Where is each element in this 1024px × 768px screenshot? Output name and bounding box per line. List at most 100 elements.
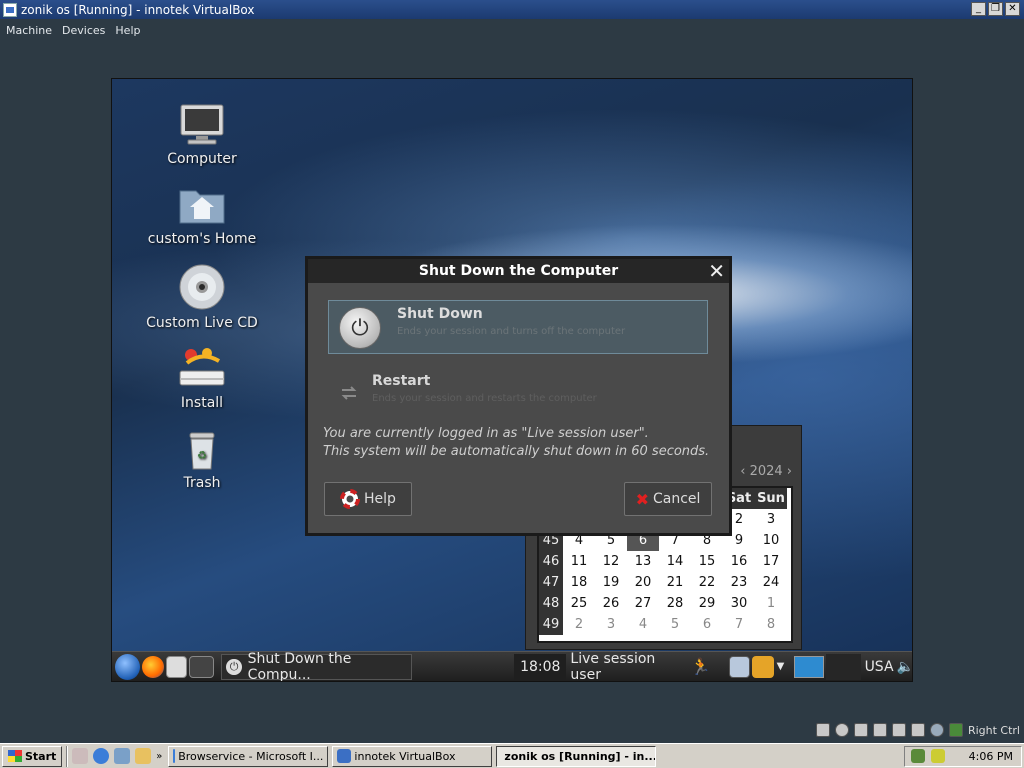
minimize-button[interactable]: _ bbox=[971, 2, 986, 16]
calendar-day[interactable]: 2 bbox=[563, 614, 595, 635]
calendar-day[interactable]: 8 bbox=[755, 614, 787, 635]
menu-machine[interactable]: Machine bbox=[6, 24, 52, 37]
taskbar-task-virtualbox[interactable]: innotek VirtualBox bbox=[332, 745, 493, 767]
calendar-day[interactable]: 30 bbox=[723, 593, 755, 614]
calendar-day[interactable]: 20 bbox=[627, 572, 659, 593]
desktop-icon-install[interactable]: Install bbox=[142, 345, 262, 411]
lifebuoy-icon bbox=[340, 489, 361, 509]
calendar-day[interactable]: 26 bbox=[595, 593, 627, 614]
host-key-label: Right Ctrl bbox=[967, 723, 1020, 737]
calendar-day[interactable]: 15 bbox=[691, 551, 723, 572]
desktop-icon-trash[interactable]: ♻ Trash bbox=[142, 431, 262, 491]
calendar-day[interactable]: 23 bbox=[723, 572, 755, 593]
calendar-day[interactable]: 27 bbox=[627, 593, 659, 614]
desktop-icon-home[interactable]: custom's Home bbox=[142, 183, 262, 247]
close-button[interactable]: ✕ bbox=[1005, 2, 1020, 16]
dialog-close-icon[interactable]: ✕ bbox=[708, 259, 725, 283]
calendar-day[interactable]: 17 bbox=[755, 551, 787, 572]
computer-icon bbox=[180, 104, 224, 145]
restart-option[interactable]: Restart Ends your session and restarts t… bbox=[328, 368, 708, 422]
keyboard-layout[interactable]: USA bbox=[865, 659, 894, 675]
taskbar-task-shutdown[interactable]: ⏻ Shut Down the Compu... bbox=[221, 650, 413, 682]
shutdown-option[interactable]: ⏻ Shut Down Ends your session and turns … bbox=[328, 300, 708, 354]
desktop-icon-label: Computer bbox=[167, 151, 237, 167]
update-icon[interactable] bbox=[752, 655, 774, 678]
svg-text:♻: ♻ bbox=[197, 449, 207, 462]
workspace-2[interactable] bbox=[825, 653, 861, 680]
calendar-day[interactable]: 18 bbox=[563, 572, 595, 593]
start-button[interactable]: Start bbox=[2, 745, 63, 767]
calendar-day[interactable]: 1 bbox=[755, 593, 787, 614]
network-icon[interactable] bbox=[165, 655, 188, 678]
calendar-day[interactable]: 3 bbox=[755, 509, 787, 530]
panel-clock[interactable]: 18:08 bbox=[514, 653, 567, 680]
calendar-day[interactable]: 21 bbox=[659, 572, 691, 593]
cancel-button[interactable]: ✖ Cancel bbox=[624, 482, 712, 516]
calendar-day[interactable]: 16 bbox=[723, 551, 755, 572]
calendar-day[interactable]: 28 bbox=[659, 593, 691, 614]
menu-globe-icon[interactable] bbox=[115, 653, 141, 680]
calendar-week-row: 47 18 19 20 21 22 23 24 bbox=[539, 572, 791, 593]
outlook-icon[interactable] bbox=[72, 748, 89, 764]
firefox-icon[interactable] bbox=[142, 655, 164, 678]
calendar-day[interactable]: 25 bbox=[563, 593, 595, 614]
show-desktop-icon[interactable] bbox=[189, 655, 215, 678]
calendar-header-sun: Sun bbox=[755, 488, 787, 509]
workspace-switcher[interactable] bbox=[794, 655, 824, 678]
host-menubar: Machine Devices Help bbox=[0, 19, 1024, 41]
maximize-button[interactable]: ❐ bbox=[988, 2, 1003, 16]
calendar-day[interactable]: 13 bbox=[627, 551, 659, 572]
network-places-icon[interactable] bbox=[114, 748, 131, 764]
calendar-day[interactable]: 6 bbox=[691, 614, 723, 635]
tray-network-icon[interactable] bbox=[910, 749, 925, 763]
network-status-icon[interactable] bbox=[728, 655, 751, 678]
calendar-day[interactable]: 12 bbox=[595, 551, 627, 572]
dialog-title: Shut Down the Computer bbox=[418, 263, 619, 279]
task-label: Shut Down the Compu... bbox=[247, 650, 352, 682]
calendar-day[interactable]: 3 bbox=[595, 614, 627, 635]
calendar-day[interactable]: 7 bbox=[723, 614, 755, 635]
desktop-icon-label: Trash bbox=[183, 475, 221, 491]
harddisk-icon bbox=[815, 723, 830, 737]
calendar-day[interactable]: 29 bbox=[691, 593, 723, 614]
calendar-week-row: 46 11 12 13 14 15 16 17 bbox=[539, 551, 791, 572]
desktop-icon-computer[interactable]: Computer bbox=[142, 103, 262, 167]
tray-clock[interactable]: 4:06 PM bbox=[969, 750, 1013, 763]
help-button[interactable]: Help bbox=[324, 482, 412, 516]
search-folder-icon[interactable] bbox=[135, 748, 152, 764]
host-status-bar: Right Ctrl bbox=[815, 720, 1020, 740]
calendar-week-number: 46 bbox=[539, 551, 563, 572]
mouse-integration-icon bbox=[929, 723, 944, 737]
task-label: innotek VirtualBox bbox=[354, 749, 456, 763]
calendar-day[interactable]: 14 bbox=[659, 551, 691, 572]
panel-user[interactable]: Live session user bbox=[570, 651, 687, 682]
calendar-day[interactable]: 5 bbox=[659, 614, 691, 635]
task-label: zonik os [Running] - in... bbox=[504, 749, 657, 763]
chevron-down-icon[interactable]: ▼ bbox=[777, 661, 785, 672]
install-icon bbox=[179, 348, 225, 386]
calendar-day[interactable]: 24 bbox=[755, 572, 787, 593]
task-label: Browservice - Microsoft I... bbox=[178, 749, 324, 763]
menu-devices[interactable]: Devices bbox=[62, 24, 105, 37]
internet-explorer-icon[interactable] bbox=[93, 748, 110, 764]
volume-icon[interactable]: 🔈 bbox=[897, 659, 912, 675]
window-title: zonik os [Running] - innotek VirtualBox bbox=[21, 2, 255, 17]
prev-year-arrow-icon[interactable]: ‹ bbox=[740, 464, 745, 479]
trash-icon: ♻ bbox=[189, 432, 215, 470]
calendar-day[interactable]: 11 bbox=[563, 551, 595, 572]
taskbar-task-browservice[interactable]: Browservice - Microsoft I... bbox=[168, 745, 329, 767]
host-key-icon bbox=[948, 723, 963, 737]
calendar-day[interactable]: 22 bbox=[691, 572, 723, 593]
calendar-day[interactable]: 4 bbox=[627, 614, 659, 635]
calendar-day[interactable]: 10 bbox=[755, 530, 787, 551]
desktop-icon-livecd[interactable]: Custom Live CD bbox=[142, 263, 262, 331]
taskbar-task-zonik[interactable]: zonik os [Running] - in... bbox=[496, 745, 657, 767]
calendar-year-nav: ‹ 2024 › bbox=[740, 464, 792, 479]
shutdown-title: Shut Down bbox=[397, 306, 483, 322]
menu-help[interactable]: Help bbox=[115, 24, 140, 37]
tray-app-icon[interactable] bbox=[930, 749, 945, 763]
cdrom-icon bbox=[834, 723, 849, 737]
next-year-arrow-icon[interactable]: › bbox=[787, 464, 792, 479]
calendar-day[interactable]: 19 bbox=[595, 572, 627, 593]
chevron-right-icon[interactable]: » bbox=[156, 751, 162, 762]
